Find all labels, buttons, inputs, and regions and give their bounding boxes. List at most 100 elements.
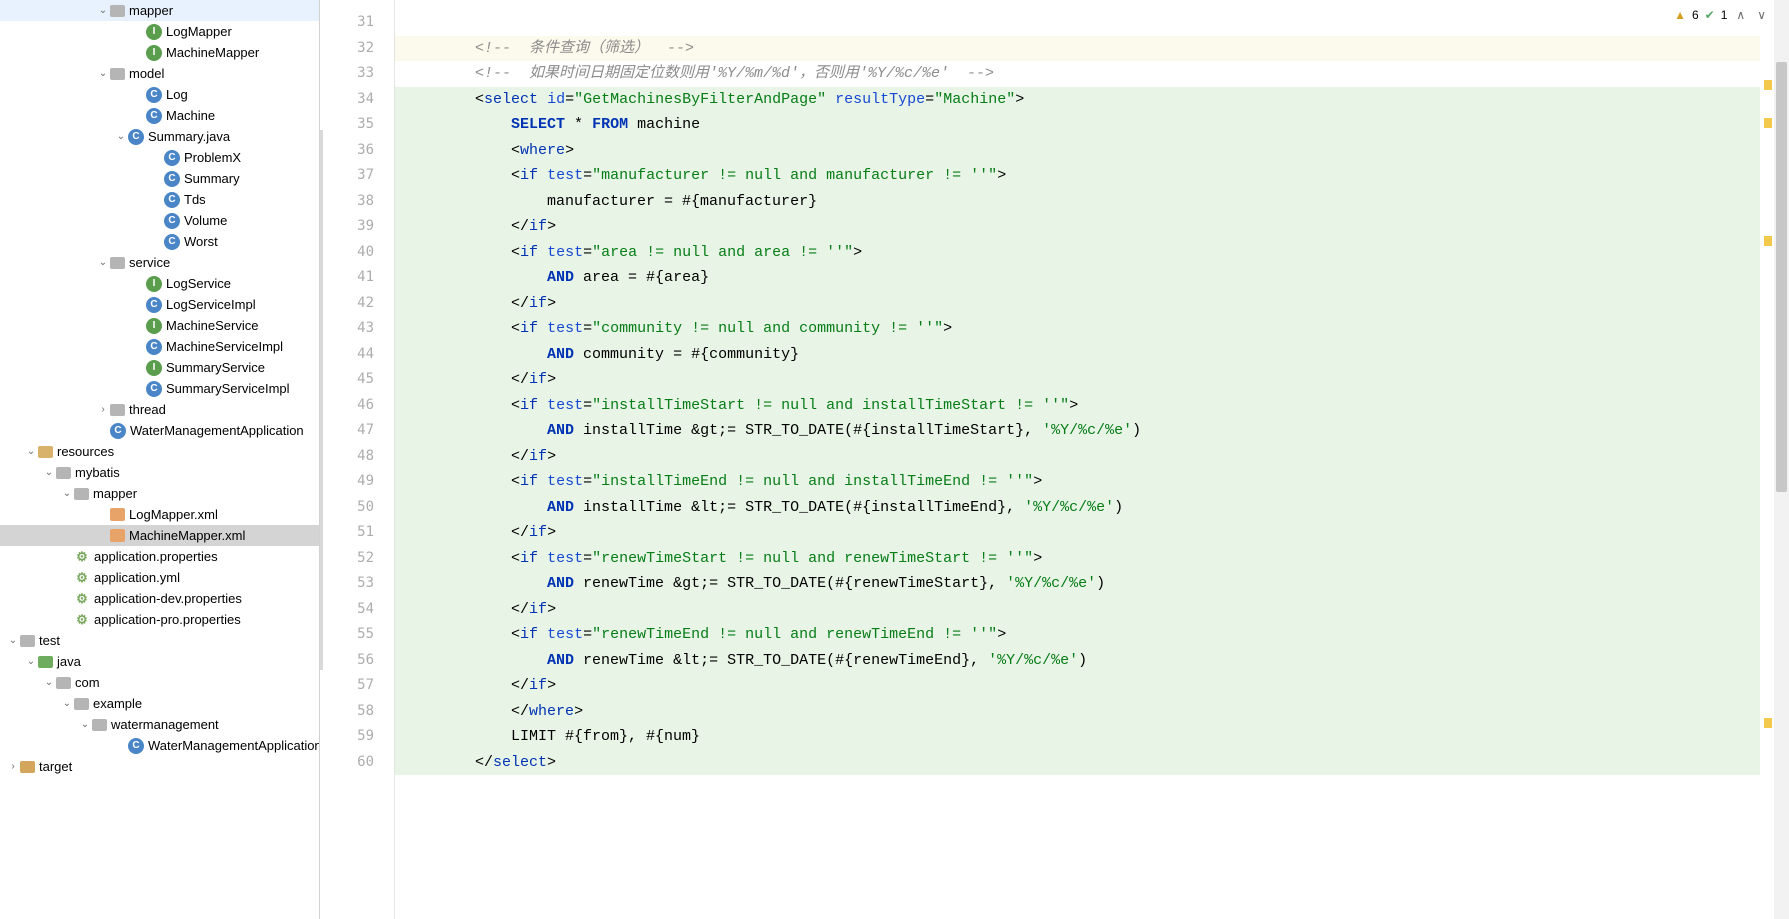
- tree-item[interactable]: ·Volume: [0, 210, 319, 231]
- code-line[interactable]: AND renewTime &gt;= STR_TO_DATE(#{renewT…: [395, 571, 1760, 597]
- line-number[interactable]: 51: [323, 520, 374, 546]
- line-number[interactable]: 32: [323, 36, 374, 62]
- line-number[interactable]: 41: [323, 265, 374, 291]
- code-line[interactable]: </if>: [395, 214, 1760, 240]
- code-line[interactable]: <if test="renewTimeEnd != null and renew…: [395, 622, 1760, 648]
- code-line[interactable]: AND community = #{community}: [395, 342, 1760, 368]
- tree-item[interactable]: ·LogMapper: [0, 21, 319, 42]
- tree-item[interactable]: ·SummaryService: [0, 357, 319, 378]
- line-number[interactable]: 37: [323, 163, 374, 189]
- line-number[interactable]: 43: [323, 316, 374, 342]
- tree-item[interactable]: ·MachineServiceImpl: [0, 336, 319, 357]
- tree-item[interactable]: ·LogServiceImpl: [0, 294, 319, 315]
- line-number[interactable]: 36: [323, 138, 374, 164]
- code-line[interactable]: AND installTime &gt;= STR_TO_DATE(#{inst…: [395, 418, 1760, 444]
- line-number[interactable]: 40: [323, 240, 374, 266]
- scrollbar-thumb[interactable]: [1776, 62, 1787, 492]
- line-number[interactable]: 34: [323, 87, 374, 113]
- error-stripe[interactable]: [1760, 0, 1774, 919]
- chevron-down-icon[interactable]: ⌄: [24, 446, 38, 457]
- tree-item[interactable]: ·MachineService: [0, 315, 319, 336]
- line-number[interactable]: 54: [323, 597, 374, 623]
- line-number[interactable]: 47: [323, 418, 374, 444]
- line-number[interactable]: 58: [323, 699, 374, 725]
- warning-marker[interactable]: [1764, 718, 1772, 728]
- tree-item[interactable]: ·LogService: [0, 273, 319, 294]
- tree-item[interactable]: ·LogMapper.xml: [0, 504, 319, 525]
- tree-item[interactable]: ⌄model: [0, 63, 319, 84]
- code-line[interactable]: <select id="GetMachinesByFilterAndPage" …: [395, 87, 1760, 113]
- line-number[interactable]: 48: [323, 444, 374, 470]
- chevron-right-icon[interactable]: ›: [6, 761, 20, 772]
- tree-item[interactable]: ⌄watermanagement: [0, 714, 319, 735]
- tree-item[interactable]: ⌄com: [0, 672, 319, 693]
- code-line[interactable]: <where>: [395, 138, 1760, 164]
- code-line[interactable]: <if test="installTimeEnd != null and ins…: [395, 469, 1760, 495]
- tree-item[interactable]: ⌄service: [0, 252, 319, 273]
- tree-item[interactable]: ⌄mapper: [0, 0, 319, 21]
- tree-item[interactable]: ·SummaryServiceImpl: [0, 378, 319, 399]
- chevron-down-icon[interactable]: ⌄: [60, 488, 74, 499]
- line-number[interactable]: 53: [323, 571, 374, 597]
- tree-item[interactable]: ·WaterManagementApplication: [0, 735, 319, 756]
- line-number[interactable]: 46: [323, 393, 374, 419]
- code-line[interactable]: AND installTime &lt;= STR_TO_DATE(#{inst…: [395, 495, 1760, 521]
- code-line[interactable]: </if>: [395, 367, 1760, 393]
- line-number[interactable]: 35: [323, 112, 374, 138]
- line-number[interactable]: 55: [323, 622, 374, 648]
- code-line[interactable]: <if test="manufacturer != null and manuf…: [395, 163, 1760, 189]
- code-line[interactable]: <if test="community != null and communit…: [395, 316, 1760, 342]
- code-line[interactable]: </where>: [395, 699, 1760, 725]
- chevron-down-icon[interactable]: ⌄: [96, 257, 110, 268]
- warning-marker[interactable]: [1764, 80, 1772, 90]
- line-number[interactable]: 56: [323, 648, 374, 674]
- chevron-right-icon[interactable]: ›: [96, 404, 110, 415]
- tree-item[interactable]: ·application-pro.properties: [0, 609, 319, 630]
- code-line[interactable]: </if>: [395, 291, 1760, 317]
- code-line[interactable]: </if>: [395, 673, 1760, 699]
- tree-item[interactable]: ·application.yml: [0, 567, 319, 588]
- line-number[interactable]: 33: [323, 61, 374, 87]
- chevron-down-icon[interactable]: ⌄: [60, 698, 74, 709]
- tree-item[interactable]: ·ProblemX: [0, 147, 319, 168]
- code-line[interactable]: </if>: [395, 444, 1760, 470]
- line-number[interactable]: 39: [323, 214, 374, 240]
- code-line[interactable]: SELECT * FROM machine: [395, 112, 1760, 138]
- tree-item[interactable]: ⌄resources: [0, 441, 319, 462]
- line-number[interactable]: 52: [323, 546, 374, 572]
- tree-item[interactable]: ·Tds: [0, 189, 319, 210]
- line-number[interactable]: 38: [323, 189, 374, 215]
- tree-item[interactable]: ·MachineMapper.xml: [0, 525, 319, 546]
- code-line[interactable]: <!-- 条件查询（筛选） -->: [395, 36, 1760, 62]
- line-number[interactable]: 49: [323, 469, 374, 495]
- vertical-scrollbar[interactable]: [1774, 0, 1789, 919]
- tree-item[interactable]: ⌄java: [0, 651, 319, 672]
- code-editor[interactable]: <!-- 条件查询（筛选） --> <!-- 如果时间日期固定位数则用'%Y/%…: [395, 0, 1760, 919]
- prev-highlight-button[interactable]: ∧: [1733, 8, 1748, 22]
- project-tree[interactable]: ⌄mapper·LogMapper·MachineMapper⌄model·Lo…: [0, 0, 320, 919]
- warning-marker[interactable]: [1764, 236, 1772, 246]
- tree-item[interactable]: ·Worst: [0, 231, 319, 252]
- line-number[interactable]: 44: [323, 342, 374, 368]
- chevron-down-icon[interactable]: ⌄: [6, 635, 20, 646]
- tree-item[interactable]: ·application.properties: [0, 546, 319, 567]
- tree-item[interactable]: ·MachineMapper: [0, 42, 319, 63]
- code-line[interactable]: </if>: [395, 597, 1760, 623]
- code-line[interactable]: [395, 10, 1760, 36]
- tree-item[interactable]: ·WaterManagementApplication: [0, 420, 319, 441]
- tree-item[interactable]: ·application-dev.properties: [0, 588, 319, 609]
- tree-item[interactable]: ·Summary: [0, 168, 319, 189]
- tree-item[interactable]: ›thread: [0, 399, 319, 420]
- code-line[interactable]: <if test="renewTimeStart != null and ren…: [395, 546, 1760, 572]
- tree-item[interactable]: ⌄mybatis: [0, 462, 319, 483]
- code-line[interactable]: AND renewTime &lt;= STR_TO_DATE(#{renewT…: [395, 648, 1760, 674]
- chevron-down-icon[interactable]: ⌄: [42, 677, 56, 688]
- line-number[interactable]: 31: [323, 10, 374, 36]
- code-line[interactable]: <!-- 如果时间日期固定位数则用'%Y/%m/%d'，否则用'%Y/%c/%e…: [395, 61, 1760, 87]
- line-number[interactable]: 50: [323, 495, 374, 521]
- tree-item[interactable]: ⌄mapper: [0, 483, 319, 504]
- next-highlight-button[interactable]: ∨: [1754, 8, 1769, 22]
- chevron-down-icon[interactable]: ⌄: [78, 719, 92, 730]
- tree-item[interactable]: ⌄Summary.java: [0, 126, 319, 147]
- code-line[interactable]: </select>: [395, 750, 1760, 776]
